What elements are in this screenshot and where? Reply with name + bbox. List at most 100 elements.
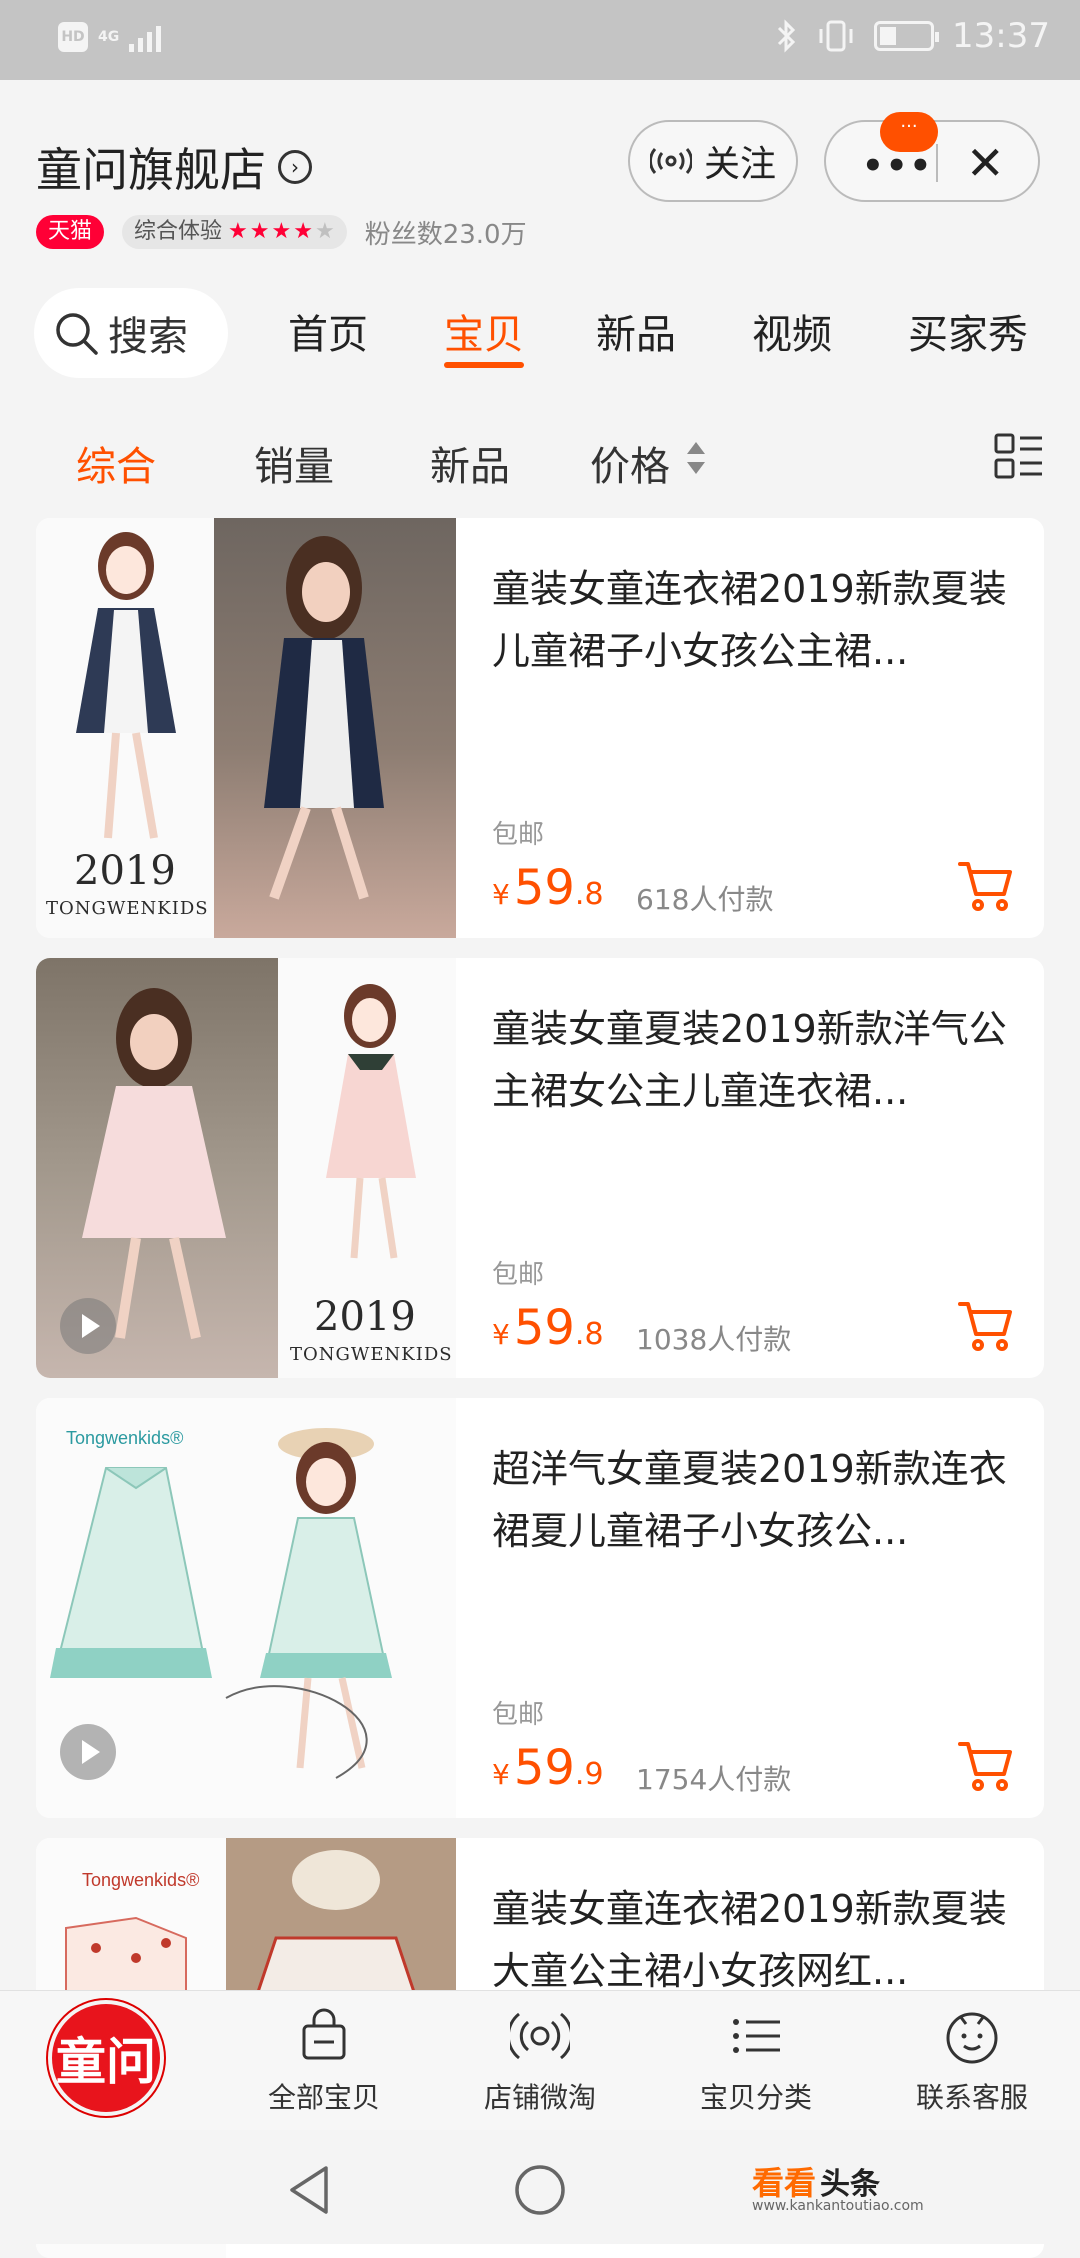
- tab-label: 宝贝分类: [699, 2081, 812, 2114]
- product-card[interactable]: 2019 TONGWENKIDS 童装女童连衣裙2019新款夏装儿童裙子小女孩公…: [36, 518, 1044, 938]
- tab-store-feed[interactable]: 店铺微淘: [440, 2004, 640, 2116]
- price-decimal: .8: [574, 1317, 604, 1352]
- currency-symbol: ¥: [492, 1758, 510, 1791]
- bluetooth-icon: [777, 19, 796, 53]
- store-name-text: 童问旗舰店: [36, 143, 266, 197]
- status-bar: HD 4G 13:37: [0, 0, 1080, 80]
- image-brand: TONGWENKIDS: [46, 898, 209, 919]
- currency-symbol: ¥: [492, 1318, 510, 1351]
- capsule-divider: [936, 144, 938, 182]
- image-year: 2019: [74, 848, 176, 894]
- tab-home[interactable]: 首页: [288, 302, 368, 360]
- follow-label: 关注: [703, 144, 776, 185]
- vibrate-icon: [819, 20, 853, 52]
- product-image[interactable]: 2019 TONGWENKIDS: [36, 958, 456, 1378]
- close-icon[interactable]: ✕: [966, 136, 1005, 190]
- mini-program-capsule: ••• ··· ✕: [824, 112, 1040, 202]
- shopping-bag-icon: [224, 2004, 424, 2068]
- play-video-icon[interactable]: [60, 1298, 116, 1354]
- product-title[interactable]: 童装女童连衣裙2019新款夏装儿童裙子小女孩公主裙...: [492, 558, 1012, 682]
- star-icon: ★: [293, 219, 313, 244]
- illustration-icon: [65, 1838, 456, 1998]
- price-decimal: .9: [574, 1757, 604, 1792]
- tab-label: 店铺微淘: [483, 2081, 596, 2114]
- star-icon: ★: [249, 219, 270, 244]
- sort-price[interactable]: 价格: [590, 434, 670, 492]
- star-icon: ★: [314, 219, 335, 244]
- image-year: 2019: [314, 1294, 416, 1340]
- fan-count: 粉丝数23.0万: [364, 219, 527, 250]
- tab-categories[interactable]: 宝贝分类: [656, 2004, 856, 2116]
- product-image[interactable]: Tongwenkids®: [36, 1398, 456, 1818]
- price-integer: 59: [513, 860, 575, 916]
- signal-strength-icon: [129, 22, 162, 52]
- product-card[interactable]: Tongwenkids® 超洋气女童夏装2019新款连衣裙夏儿童裙子小女孩公..…: [36, 1398, 1044, 1818]
- price-integer: 59: [513, 1300, 575, 1356]
- tab-buyer-show[interactable]: 买家秀: [908, 302, 1028, 360]
- tab-all-items[interactable]: 全部宝贝: [224, 2004, 424, 2116]
- cart-icon[interactable]: [956, 858, 1016, 914]
- status-right: 13:37: [776, 16, 1050, 56]
- free-shipping-label: 包邮: [492, 1260, 545, 1290]
- free-shipping-label: 包邮: [492, 1700, 545, 1730]
- experience-label: 综合体验: [134, 219, 223, 244]
- back-icon[interactable]: [286, 2164, 334, 2216]
- network-type: 4G: [98, 29, 120, 45]
- tab-label: 全部宝贝: [267, 2081, 380, 2114]
- cart-icon[interactable]: [956, 1738, 1016, 1794]
- notification-badge: ···: [880, 112, 938, 152]
- tmall-badge: 天猫: [36, 215, 105, 249]
- store-meta: 天猫 综合体验 ★ ★ ★ ★ ★ 粉丝数23.0万: [36, 214, 527, 250]
- price-decimal: .8: [574, 877, 604, 912]
- broadcast-icon: [440, 2004, 640, 2068]
- product-price: ¥ 59 .8: [492, 860, 604, 916]
- layout-toggle-icon[interactable]: [994, 432, 1044, 482]
- photo-icon: [264, 536, 384, 900]
- payer-count: 618人付款: [636, 883, 774, 916]
- currency-symbol: ¥: [492, 878, 510, 911]
- sort-overall[interactable]: 综合: [76, 434, 156, 492]
- more-icon[interactable]: •••: [862, 146, 933, 186]
- watermark-sub: 头条: [820, 2167, 881, 2202]
- active-tab-indicator: [444, 362, 524, 368]
- tab-video[interactable]: 视频: [752, 302, 832, 360]
- chevron-right-icon: ›: [278, 150, 312, 184]
- store-logo[interactable]: 童问: [48, 2000, 164, 2116]
- search-label: 搜索: [108, 314, 188, 360]
- search-button[interactable]: 搜索: [34, 288, 228, 378]
- watermark: 看看 头条 www.kankantoutiao.com: [752, 2158, 924, 2214]
- product-price: ¥ 59 .9: [492, 1740, 604, 1796]
- experience-rating: 综合体验 ★ ★ ★ ★ ★: [122, 215, 347, 249]
- category-list-icon: [656, 2004, 856, 2068]
- image-brand: TONGWENKIDS: [290, 1344, 453, 1365]
- tab-new[interactable]: 新品: [596, 302, 676, 360]
- product-card[interactable]: 2019 TONGWENKIDS 童装女童夏装2019新款洋气公主裙女公主儿童连…: [36, 958, 1044, 1378]
- cart-icon[interactable]: [956, 1298, 1016, 1354]
- hd-badge: HD: [58, 22, 88, 52]
- play-video-icon[interactable]: [60, 1724, 116, 1780]
- product-title[interactable]: 童装女童连衣裙2019新款夏装大童公主裙小女孩网红...: [492, 1878, 1012, 2002]
- system-navigation-bar: [0, 2130, 1080, 2244]
- customer-service-icon: [872, 2004, 1072, 2068]
- payer-count: 1038人付款: [636, 1323, 792, 1356]
- payer-count: 1754人付款: [636, 1763, 792, 1796]
- broadcast-icon: [649, 148, 692, 174]
- star-icon: ★: [228, 219, 248, 244]
- star-icon: ★: [271, 219, 292, 244]
- product-title[interactable]: 童装女童夏装2019新款洋气公主裙女公主儿童连衣裙...: [492, 998, 1012, 1122]
- follow-button[interactable]: 关注: [628, 120, 798, 202]
- sort-sales[interactable]: 销量: [254, 434, 334, 492]
- watermark-url: www.kankantoutiao.com: [752, 2198, 924, 2214]
- battery-icon: [874, 21, 940, 51]
- search-icon: [56, 313, 98, 355]
- product-image[interactable]: 2019 TONGWENKIDS: [36, 518, 456, 938]
- sort-new[interactable]: 新品: [430, 434, 510, 492]
- home-icon[interactable]: [512, 2162, 568, 2218]
- tab-items[interactable]: 宝贝: [444, 302, 524, 360]
- tab-customer-service[interactable]: 联系客服: [872, 2004, 1072, 2116]
- signal-group: HD 4G: [58, 22, 162, 52]
- product-title[interactable]: 超洋气女童夏装2019新款连衣裙夏儿童裙子小女孩公...: [492, 1438, 1012, 1562]
- tab-label: 联系客服: [915, 2081, 1028, 2114]
- sort-arrows-icon: [687, 442, 705, 474]
- store-name[interactable]: 童问旗舰店 ›: [36, 134, 312, 200]
